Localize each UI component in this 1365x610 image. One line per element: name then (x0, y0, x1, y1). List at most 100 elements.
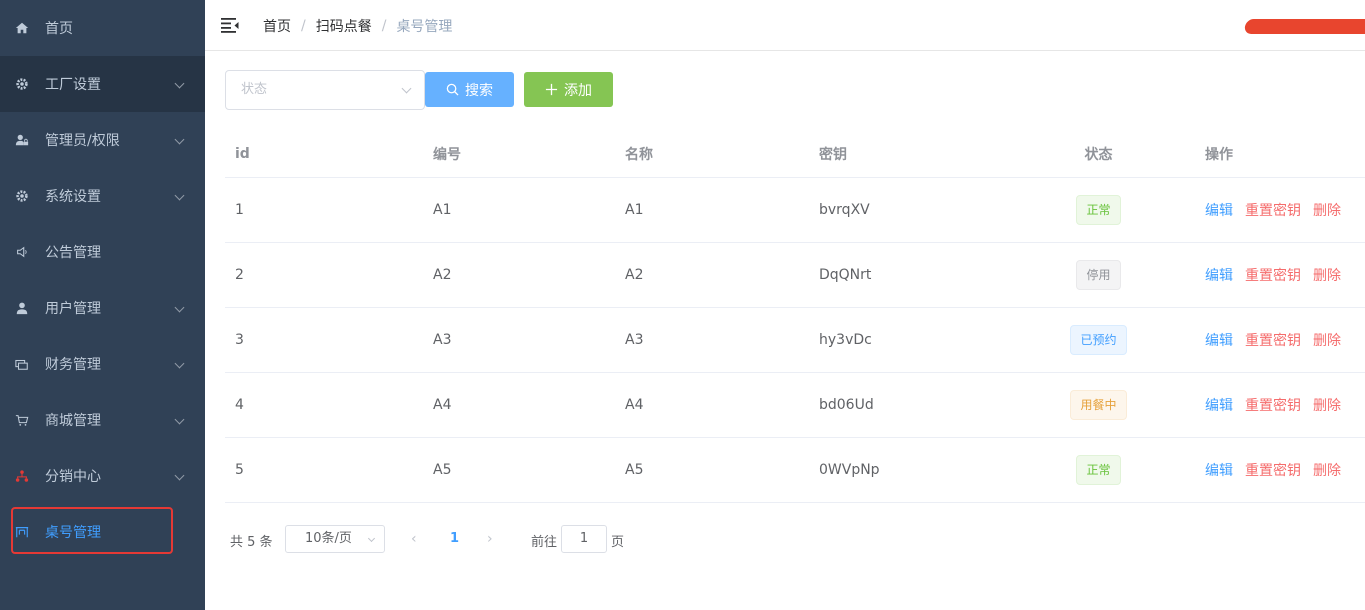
cell-status: 正常 (1045, 178, 1152, 242)
cell-key: bd06Ud (819, 397, 874, 413)
table-row: 4 A4 A4 bd06Ud 用餐中 编辑 重置密钥 删除 (225, 373, 1365, 438)
sidebar-item-label: 用户管理 (45, 301, 101, 317)
sidebar-item-distribution[interactable]: 分销中心 (0, 448, 205, 504)
sidebar-item-table-management[interactable]: 桌号管理 (0, 504, 205, 560)
cell-actions: 编辑 重置密钥 删除 (1205, 308, 1353, 372)
cell-status: 已预约 (1045, 308, 1152, 372)
column-header-code: 编号 (433, 146, 461, 163)
page-size-value: 10条/页 (305, 531, 352, 546)
cell-id: 1 (235, 202, 244, 218)
cell-status: 用餐中 (1045, 373, 1152, 437)
sidebar-item-announcements[interactable]: 公告管理 (0, 224, 205, 280)
breadcrumb-separator: / (301, 18, 306, 34)
table-row: 2 A2 A2 DqQNrt 停用 编辑 重置密钥 删除 (225, 243, 1365, 308)
search-button-label: 搜索 (465, 82, 493, 99)
cell-actions: 编辑 重置密钥 删除 (1205, 243, 1353, 307)
chevron-down-icon (401, 83, 412, 94)
reset-key-button[interactable]: 重置密钥 (1245, 200, 1301, 220)
table-row: 1 A1 A1 bvrqXV 正常 编辑 重置密钥 删除 (225, 178, 1365, 243)
cell-key: hy3vDc (819, 332, 872, 348)
sidebar-item-label: 分销中心 (45, 469, 101, 485)
cell-id: 3 (235, 332, 244, 348)
table-list: id 编号 名称 密钥 状态 操作 1 A1 A1 bvrqXV 正常 编辑 重… (225, 130, 1365, 503)
sidebar-item-mall[interactable]: 商城管理 (0, 392, 205, 448)
cart-icon (14, 412, 30, 428)
chevron-down-icon (174, 302, 185, 313)
add-button[interactable]: 添加 (524, 72, 613, 107)
cell-code: A1 (433, 202, 452, 218)
cell-name: A4 (625, 397, 644, 413)
delete-button[interactable]: 删除 (1313, 265, 1341, 285)
home-icon (14, 20, 30, 36)
next-page-button[interactable]: › (487, 531, 493, 547)
edit-button[interactable]: 编辑 (1205, 265, 1233, 285)
sidebar-item-users[interactable]: 用户管理 (0, 280, 205, 336)
reset-key-button[interactable]: 重置密钥 (1245, 265, 1301, 285)
sidebar-item-home[interactable]: 首页 (0, 0, 205, 56)
sidebar-item-label: 公告管理 (45, 245, 101, 261)
reset-key-button[interactable]: 重置密钥 (1245, 395, 1301, 415)
status-badge: 正常 (1076, 455, 1121, 485)
cell-actions: 编辑 重置密钥 删除 (1205, 373, 1353, 437)
chevron-down-icon (174, 134, 185, 145)
sidebar-item-label: 商城管理 (45, 413, 101, 429)
reset-key-button[interactable]: 重置密钥 (1245, 460, 1301, 480)
chevron-down-icon (367, 534, 376, 543)
status-badge: 正常 (1076, 195, 1121, 225)
page-size-select[interactable]: 10条/页 (285, 525, 385, 553)
sidebar-item-system-settings[interactable]: 系统设置 (0, 168, 205, 224)
column-header-id: id (235, 145, 250, 162)
reset-key-button[interactable]: 重置密钥 (1245, 330, 1301, 350)
chevron-down-icon (174, 78, 185, 89)
column-header-status: 状态 (1084, 146, 1113, 163)
cell-key: bvrqXV (819, 202, 870, 218)
top-navbar: 首页 / 扫码点餐 / 桌号管理 (205, 0, 1365, 51)
hamburger-icon[interactable] (221, 17, 239, 33)
status-badge: 停用 (1076, 260, 1121, 290)
delete-button[interactable]: 删除 (1313, 460, 1341, 480)
edit-button[interactable]: 编辑 (1205, 395, 1233, 415)
breadcrumb-scan-order[interactable]: 扫码点餐 (316, 16, 372, 36)
plus-icon (545, 83, 558, 96)
edit-button[interactable]: 编辑 (1205, 200, 1233, 220)
delete-button[interactable]: 删除 (1313, 200, 1341, 220)
sidebar-item-factory-settings[interactable]: 工厂设置 (0, 56, 205, 112)
speaker-icon (14, 244, 30, 260)
status-badge: 用餐中 (1070, 390, 1127, 420)
table-header: id 编号 名称 密钥 状态 操作 (225, 130, 1365, 178)
table-row: 5 A5 A5 0WVpNp 正常 编辑 重置密钥 删除 (225, 438, 1365, 503)
chevron-down-icon (174, 414, 185, 425)
edit-button[interactable]: 编辑 (1205, 460, 1233, 480)
breadcrumb: 首页 / 扫码点餐 / 桌号管理 (263, 16, 452, 36)
redacted-user-info (1243, 19, 1365, 34)
cell-status: 正常 (1045, 438, 1152, 502)
page-number-current[interactable]: 1 (450, 531, 459, 546)
search-icon (446, 83, 459, 96)
sidebar-item-admin-permissions[interactable]: 管理员/权限 (0, 112, 205, 168)
search-button[interactable]: 搜索 (425, 72, 514, 107)
delete-button[interactable]: 删除 (1313, 395, 1341, 415)
gear-icon (14, 188, 30, 204)
network-icon (14, 468, 30, 484)
status-select-placeholder: 状态 (241, 82, 268, 97)
cell-name: A3 (625, 332, 644, 348)
sidebar: 首页 工厂设置 管理员/权限 系统设置 公告管理 用户管理 财务管理 商城管理 … (0, 0, 205, 610)
breadcrumb-separator: / (381, 18, 387, 34)
delete-button[interactable]: 删除 (1313, 330, 1341, 350)
edit-button[interactable]: 编辑 (1205, 330, 1233, 350)
sidebar-item-label: 桌号管理 (45, 525, 101, 541)
app-root: 首页 工厂设置 管理员/权限 系统设置 公告管理 用户管理 财务管理 商城管理 … (0, 0, 1365, 610)
sidebar-item-label: 管理员/权限 (45, 133, 120, 149)
cell-code: A4 (433, 397, 452, 413)
goto-page-input[interactable]: 1 (561, 525, 607, 553)
cell-code: A5 (433, 462, 452, 478)
cell-name: A2 (625, 267, 644, 283)
breadcrumb-current: 桌号管理 (396, 19, 453, 35)
status-select[interactable]: 状态 (225, 70, 425, 110)
sidebar-item-label: 财务管理 (45, 357, 101, 373)
cell-id: 5 (235, 462, 244, 478)
prev-page-button[interactable]: ‹ (411, 531, 417, 547)
cell-key: 0WVpNp (819, 462, 880, 478)
sidebar-item-finance[interactable]: 财务管理 (0, 336, 205, 392)
breadcrumb-home[interactable]: 首页 (263, 16, 291, 36)
